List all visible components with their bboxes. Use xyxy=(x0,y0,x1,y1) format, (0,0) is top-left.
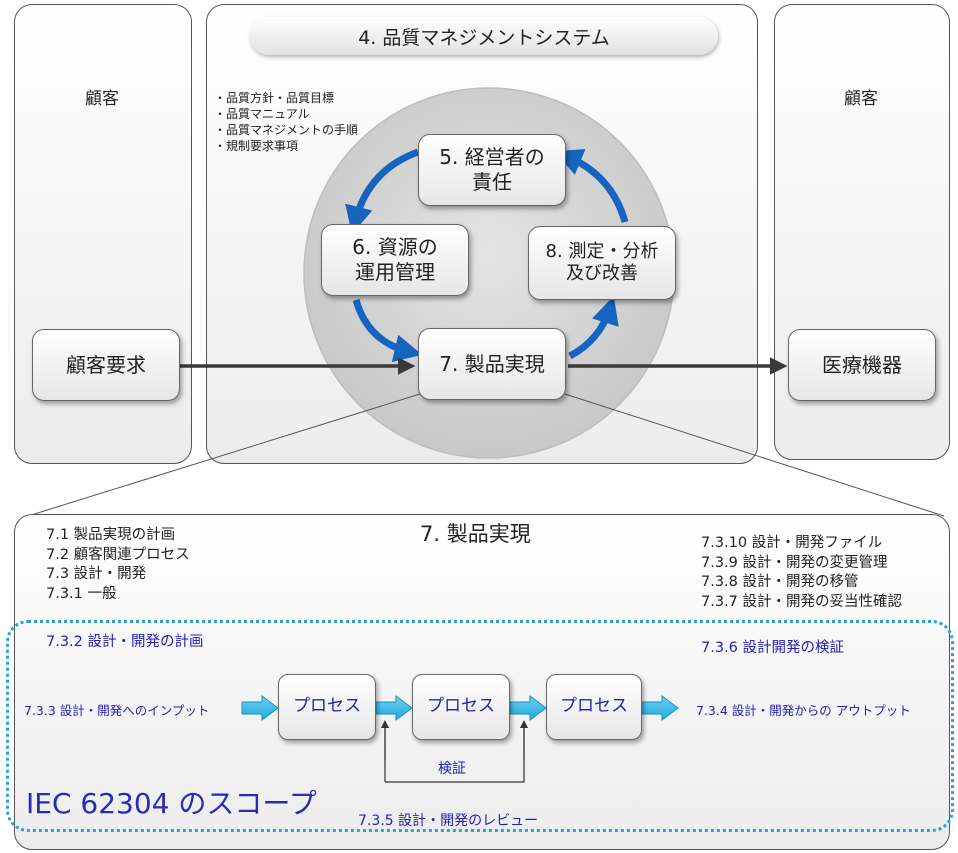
process-box: プロセス xyxy=(546,674,642,740)
output-block-arrow xyxy=(641,695,679,721)
process-label: プロセス xyxy=(293,696,361,717)
verification-label: 検証 xyxy=(438,761,466,777)
process-box: プロセス xyxy=(278,674,376,740)
process-block-arrow-2 xyxy=(509,695,547,721)
process-label: プロセス xyxy=(427,696,495,717)
review-label: 7.3.5 設計・開発のレビュー xyxy=(358,813,539,829)
process-label: プロセス xyxy=(560,696,628,717)
input-block-arrow xyxy=(241,695,279,721)
process-block-arrow-1 xyxy=(375,695,413,721)
iec62304-scope-label: IEC 62304 のスコープ xyxy=(26,787,317,820)
process-box: プロセス xyxy=(412,674,510,740)
